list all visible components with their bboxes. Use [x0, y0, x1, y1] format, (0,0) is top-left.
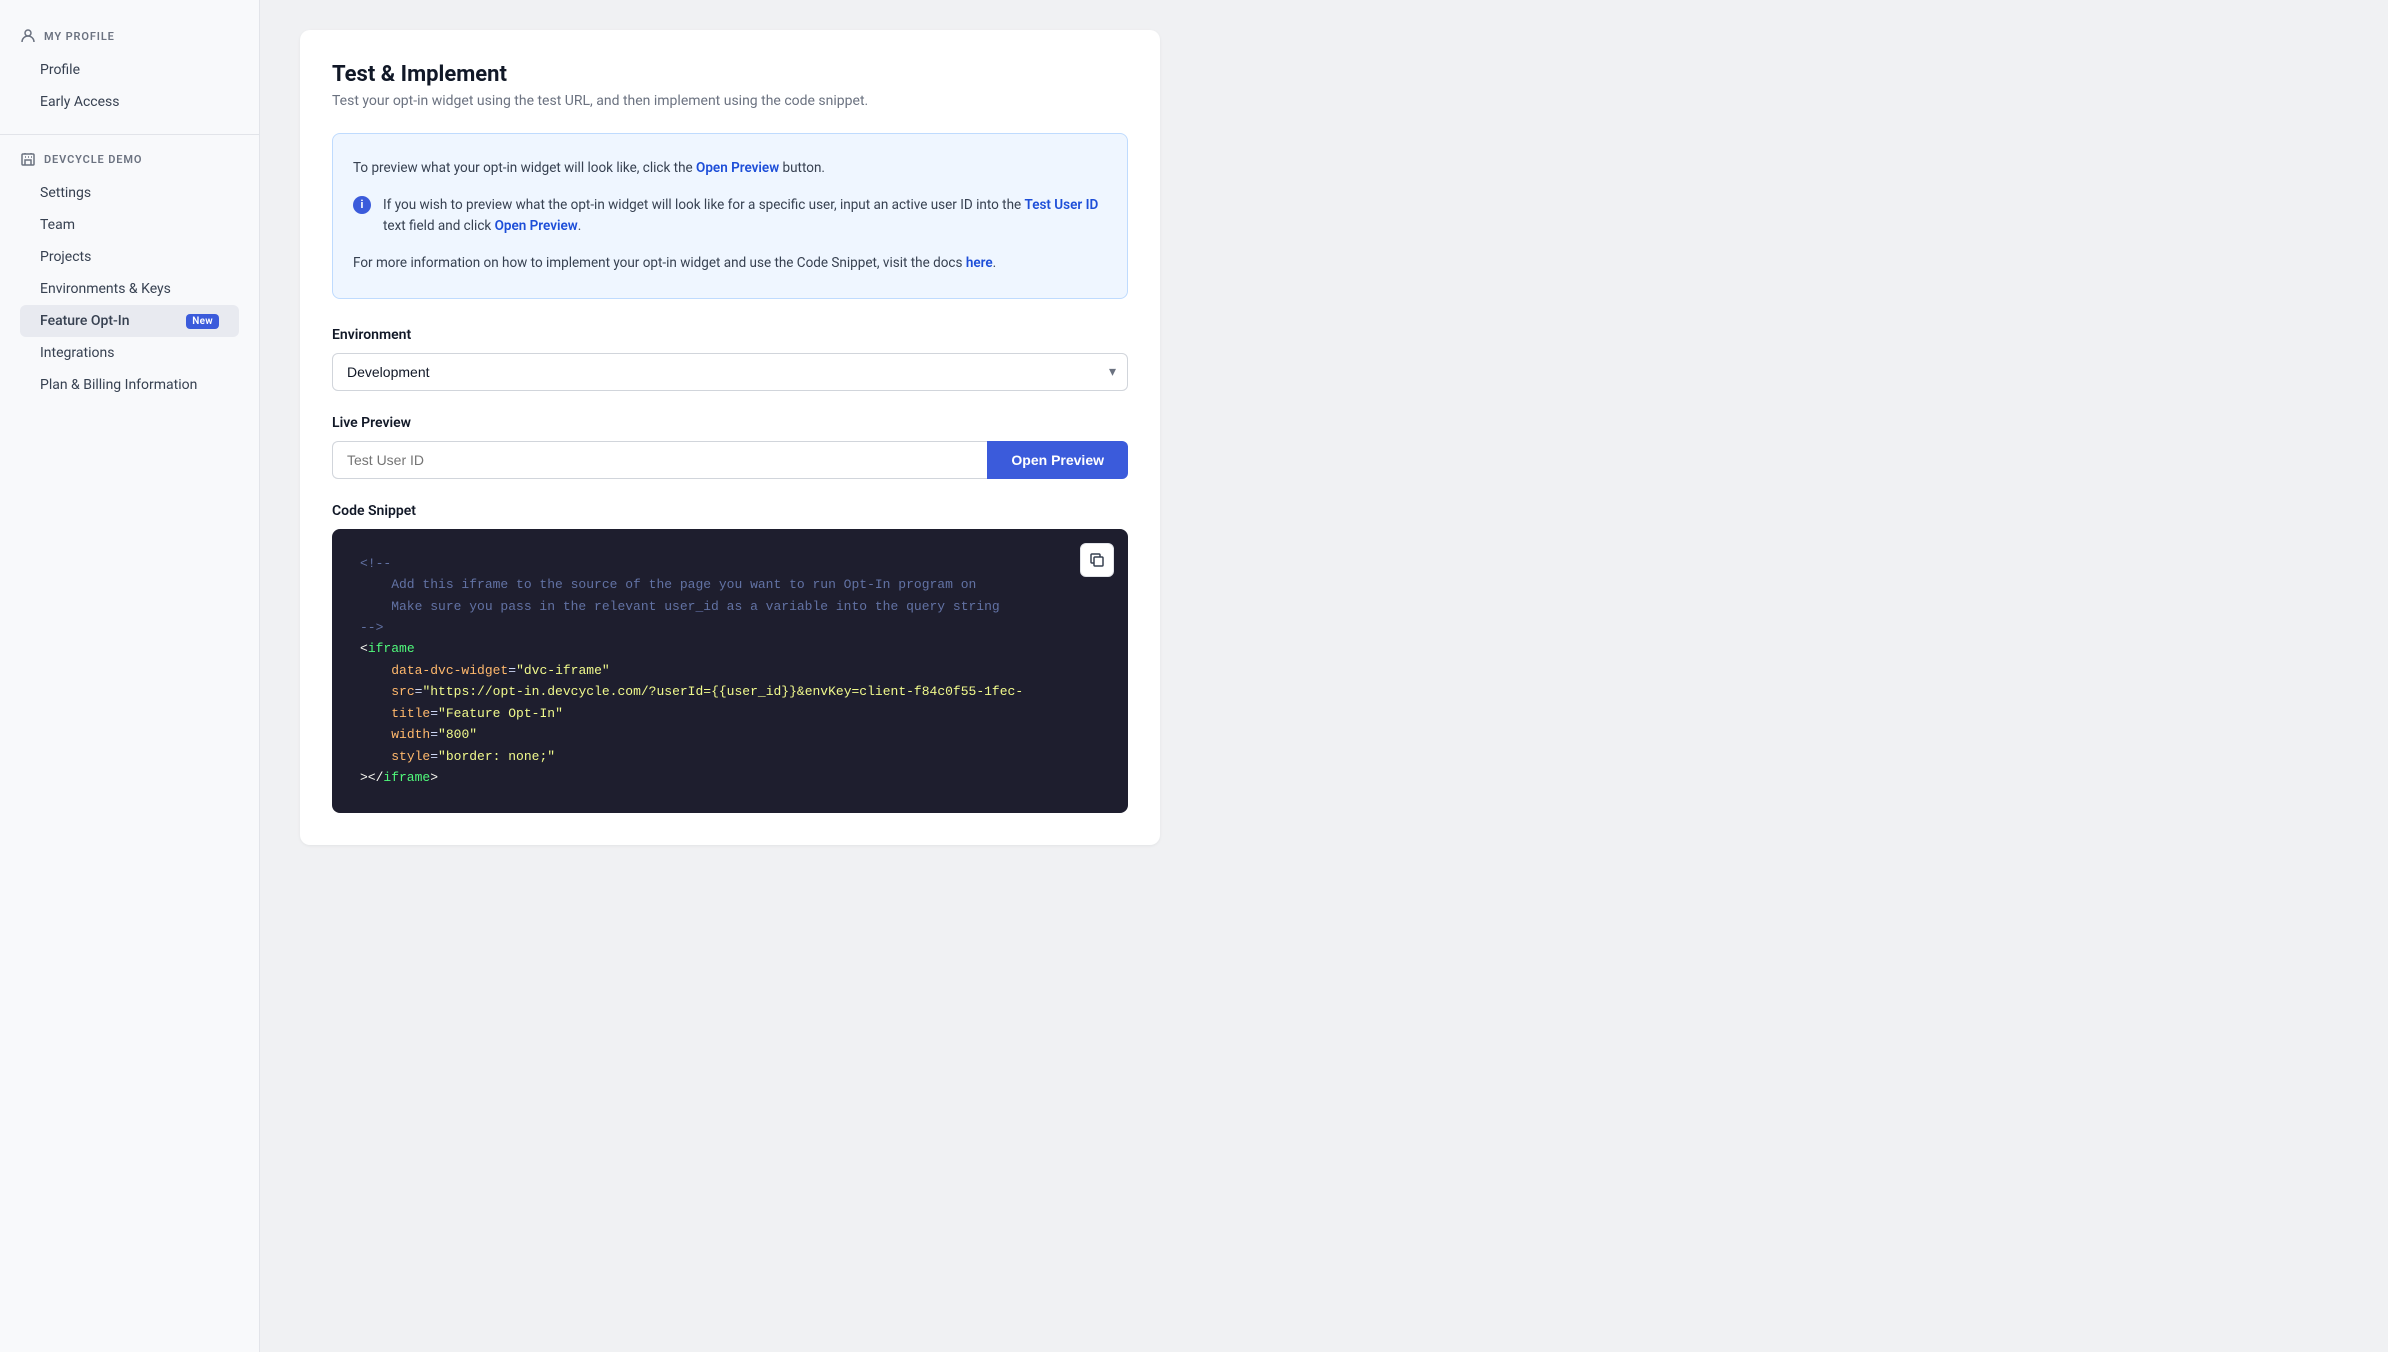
- sidebar-item-profile[interactable]: Profile: [20, 54, 239, 86]
- info-icon: i: [353, 196, 371, 214]
- info-row-2-text: If you wish to preview what the opt-in w…: [383, 195, 1107, 237]
- building-icon: [20, 151, 36, 167]
- page-title: Test & Implement: [332, 62, 1128, 87]
- test-user-id-link[interactable]: Test User ID: [1025, 197, 1099, 213]
- code-snippet-section: Code Snippet <!-- Add this iframe to the…: [332, 503, 1128, 813]
- new-badge: New: [186, 314, 219, 329]
- org-section: DEVCYCLE DEMO Settings Team Projects Env…: [0, 135, 259, 409]
- profile-section: MY PROFILE Profile Early Access: [0, 20, 259, 135]
- copy-icon: [1089, 552, 1105, 568]
- info-row-2: i If you wish to preview what the opt-in…: [353, 187, 1107, 245]
- org-section-header: DEVCYCLE DEMO: [20, 151, 239, 167]
- info-row-3: For more information on how to implement…: [353, 245, 1107, 282]
- info-row-1: To preview what your opt-in widget will …: [353, 150, 1107, 187]
- environment-select[interactable]: Development Staging Production: [332, 353, 1128, 391]
- profile-section-header: MY PROFILE: [20, 28, 239, 44]
- environment-section: Environment Development Staging Producti…: [332, 327, 1128, 391]
- sidebar-item-team[interactable]: Team: [20, 209, 239, 241]
- test-user-id-input[interactable]: [332, 441, 987, 479]
- code-snippet-label: Code Snippet: [332, 503, 1128, 519]
- code-block: <!-- Add this iframe to the source of th…: [332, 529, 1128, 813]
- info-row-3-text: For more information on how to implement…: [353, 253, 996, 274]
- environment-select-wrapper: Development Staging Production ▾: [332, 353, 1128, 391]
- page-subtitle: Test your opt-in widget using the test U…: [332, 93, 1128, 109]
- live-preview-section: Live Preview Open Preview: [332, 415, 1128, 479]
- person-icon: [20, 28, 36, 44]
- open-preview-link-2[interactable]: Open Preview: [495, 218, 578, 234]
- open-preview-button[interactable]: Open Preview: [987, 441, 1128, 479]
- open-preview-link-1[interactable]: Open Preview: [696, 160, 779, 176]
- info-box: To preview what your opt-in widget will …: [332, 133, 1128, 299]
- sidebar-item-projects[interactable]: Projects: [20, 241, 239, 273]
- sidebar-item-environments-keys[interactable]: Environments & Keys: [20, 273, 239, 305]
- content-card: Test & Implement Test your opt-in widget…: [300, 30, 1160, 845]
- sidebar-item-plan-billing[interactable]: Plan & Billing Information: [20, 369, 239, 401]
- live-preview-row: Open Preview: [332, 441, 1128, 479]
- org-section-label: DEVCYCLE DEMO: [44, 153, 142, 166]
- sidebar-item-early-access[interactable]: Early Access: [20, 86, 239, 118]
- info-row-1-text: To preview what your opt-in widget will …: [353, 158, 825, 179]
- sidebar-item-feature-opt-in[interactable]: Feature Opt-In New: [20, 305, 239, 337]
- main-content: Test & Implement Test your opt-in widget…: [260, 0, 2388, 1352]
- code-content: <!-- Add this iframe to the source of th…: [360, 553, 1100, 789]
- environment-label: Environment: [332, 327, 1128, 343]
- live-preview-label: Live Preview: [332, 415, 1128, 431]
- sidebar: MY PROFILE Profile Early Access DEVCYCLE…: [0, 0, 260, 1352]
- sidebar-item-settings[interactable]: Settings: [20, 177, 239, 209]
- docs-here-link[interactable]: here: [966, 255, 993, 271]
- profile-section-label: MY PROFILE: [44, 30, 115, 43]
- sidebar-item-integrations[interactable]: Integrations: [20, 337, 239, 369]
- copy-button[interactable]: [1080, 543, 1114, 577]
